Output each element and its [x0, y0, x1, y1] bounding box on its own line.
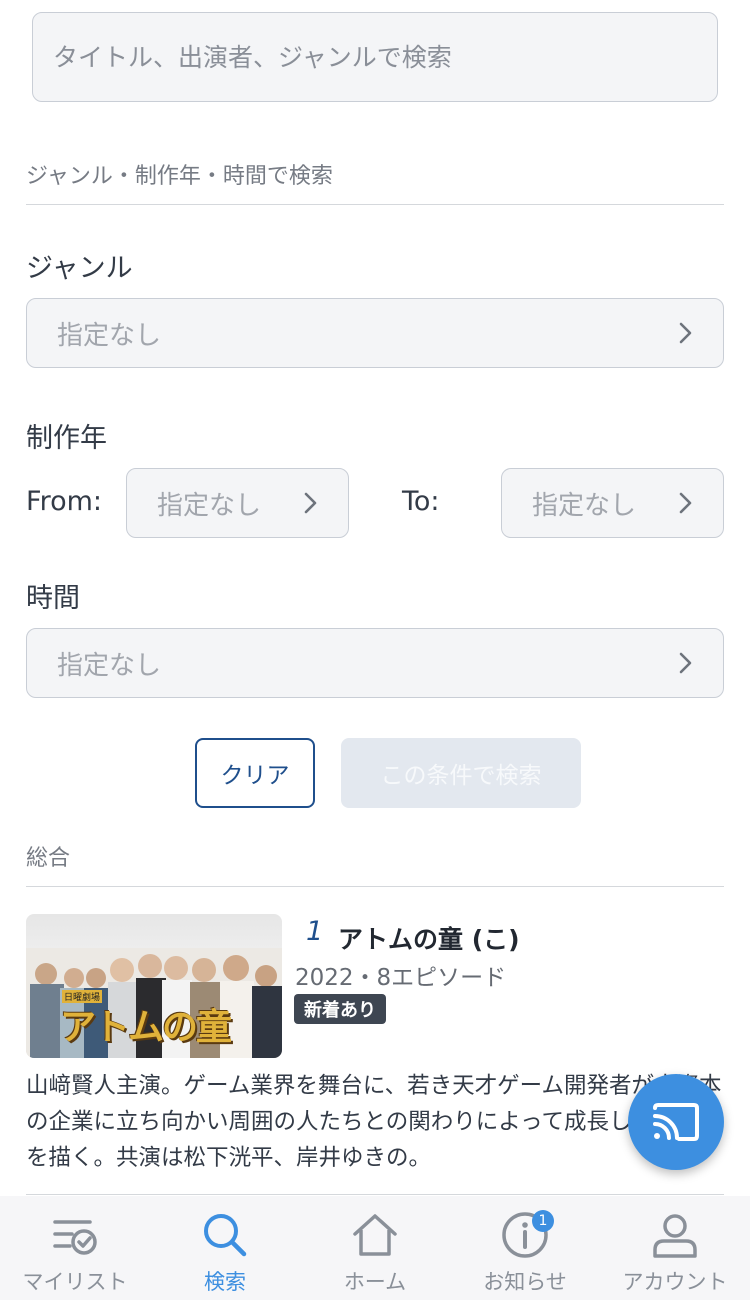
search-input[interactable]	[53, 42, 697, 72]
tab-notifications-label: お知らせ	[483, 1270, 567, 1294]
results-section-title: 総合	[26, 840, 724, 887]
genre-select[interactable]: 指定なし	[26, 298, 724, 368]
year-from-select[interactable]: 指定なし	[126, 468, 349, 538]
result-thumbnail[interactable]: 日曜劇場 アトムの童	[26, 914, 282, 1058]
mylist-icon	[53, 1220, 97, 1255]
tab-search-label: 検索	[204, 1270, 246, 1294]
divider	[26, 1194, 724, 1195]
tab-home[interactable]: ホーム	[300, 1196, 450, 1300]
cast-button[interactable]	[628, 1074, 724, 1170]
cast-icon	[653, 1103, 699, 1141]
chevron-right-icon	[679, 652, 692, 674]
tab-account[interactable]: アカウント	[600, 1196, 750, 1300]
home-icon	[353, 1214, 397, 1256]
genre-label: ジャンル	[26, 253, 133, 284]
tab-account-label: アカウント	[622, 1270, 728, 1294]
chevron-right-icon	[679, 322, 692, 344]
notification-count-badge: 1	[532, 1210, 554, 1232]
year-to-select[interactable]: 指定なし	[501, 468, 724, 538]
duration-label: 時間	[26, 583, 80, 614]
year-to-label: To:	[402, 486, 440, 517]
result-title[interactable]: アトムの童 (こ)	[338, 920, 520, 956]
tab-bar: マイリスト 検索 ホーム 1 お知らせ アカウント	[0, 1196, 750, 1300]
search-icon	[204, 1214, 247, 1257]
account-icon	[653, 1214, 697, 1258]
filter-section-title: ジャンル・制作年・時間で検索	[26, 158, 724, 205]
duration-value: 指定なし	[57, 650, 162, 681]
search-conditions-button[interactable]: この条件で検索	[341, 738, 581, 808]
result-description: 山﨑賢人主演。ゲーム業界を舞台に、若き天才ゲーム開発者が大資本の企業に立ち向かい…	[26, 1073, 722, 1171]
year-from-value: 指定なし	[157, 490, 262, 521]
year-label: 制作年	[26, 423, 107, 454]
chevron-right-icon	[304, 492, 317, 514]
genre-value: 指定なし	[57, 320, 162, 351]
result-rank: 1	[306, 916, 324, 947]
search-field[interactable]	[32, 12, 718, 102]
new-badge: 新着あり	[294, 994, 386, 1024]
result-meta: 2022・8エピソード	[295, 965, 507, 991]
year-to-value: 指定なし	[532, 490, 637, 521]
tab-mylist-label: マイリスト	[22, 1270, 128, 1294]
duration-select[interactable]: 指定なし	[26, 628, 724, 698]
year-from-label: From:	[26, 486, 102, 517]
thumbnail-title: アトムの童	[60, 1007, 232, 1048]
chevron-right-icon	[679, 492, 692, 514]
tab-notifications[interactable]: 1 お知らせ	[450, 1196, 600, 1300]
clear-button[interactable]: クリア	[195, 738, 315, 808]
tab-home-label: ホーム	[343, 1270, 407, 1294]
tab-search[interactable]: 検索	[150, 1196, 300, 1300]
tab-mylist[interactable]: マイリスト	[0, 1196, 150, 1300]
